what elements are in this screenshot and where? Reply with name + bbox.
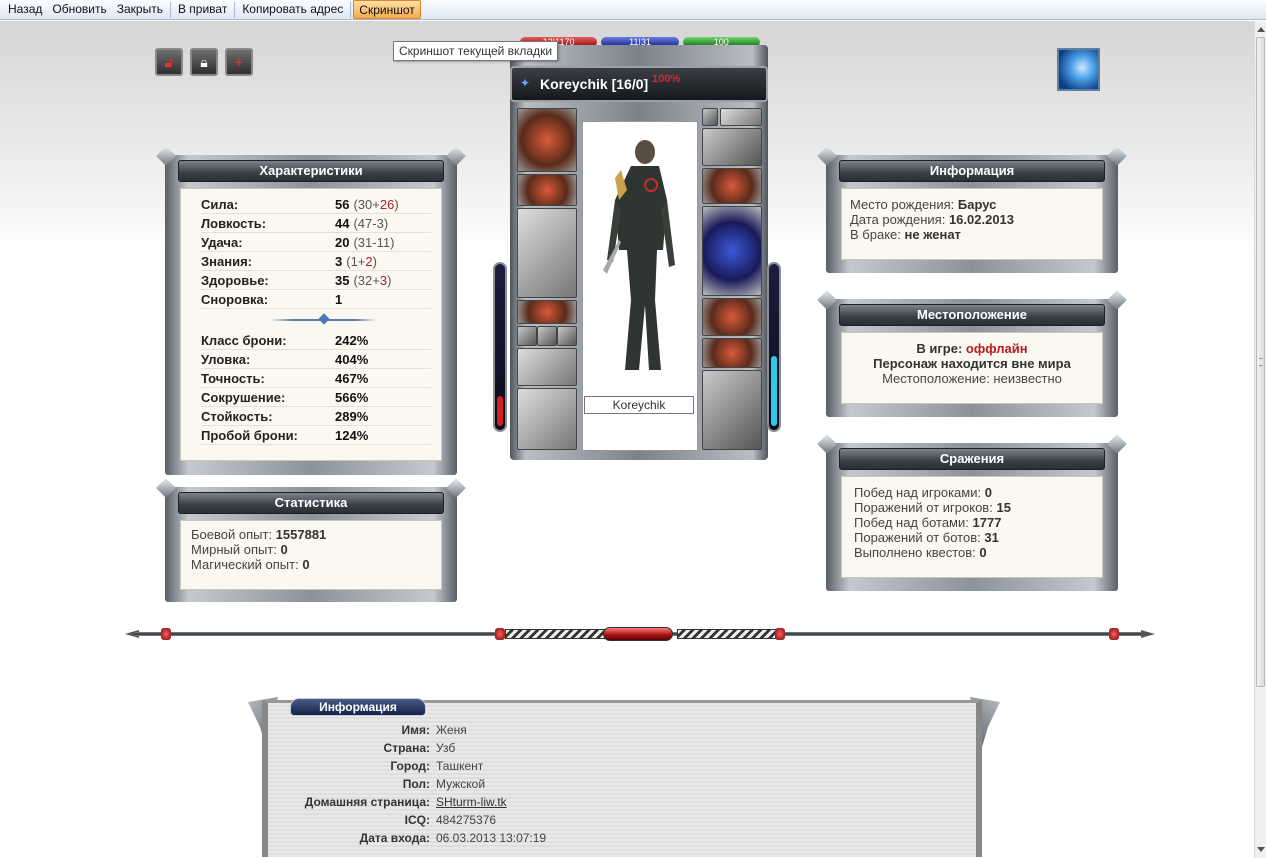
lock-icon[interactable]: 🔒︎ [190, 48, 218, 76]
combat-row: Сокрушение: 566% [201, 388, 431, 407]
personal-row: ICQ: 484275376 [404, 813, 497, 827]
refresh-button[interactable]: Обновить [47, 0, 111, 19]
vertical-scrollbar[interactable] [1254, 21, 1266, 858]
armor-slot[interactable] [702, 370, 762, 450]
emblem-slot[interactable] [720, 108, 762, 126]
battle-line: Поражений от игроков: 15 [854, 500, 1011, 515]
location-title: Местоположение [839, 304, 1105, 326]
toolbar-separator [169, 1, 171, 18]
private-button[interactable]: В приват [173, 0, 232, 19]
info-line: Место рождения: Барус [850, 197, 997, 212]
personal-row: Страна: Узб [383, 741, 456, 755]
clan-icon[interactable]: ✦ [520, 76, 534, 90]
personal-row: Имя: Женя [401, 723, 467, 737]
gloves-slot[interactable] [702, 128, 762, 166]
amulet-slot[interactable] [517, 174, 577, 206]
close-button[interactable]: Закрыть [112, 0, 168, 19]
stat-row: Удача: 20 (31-11) [201, 233, 431, 252]
stat-line: Мирный опыт: 0 [191, 542, 288, 557]
info-line: В браке: не женат [850, 227, 961, 242]
characteristics-body: Сила: 56 (30+26) Ловкость: 44 (47-3) Уда… [180, 188, 442, 461]
scroll-down-icon[interactable] [1257, 847, 1265, 852]
stat-row: Здоровье: 35 (32+3) [201, 271, 431, 290]
statistics-panel: Статистика Боевой опыт: 1557881 Мирный о… [165, 487, 457, 602]
character-name-plate: ✦ Koreychik [16/0] 100% [510, 66, 768, 102]
personal-row: Пол: Мужской [402, 777, 486, 791]
personal-row: Домашняя страница: SHturm-liw.tk [304, 795, 507, 809]
stat-line: Магический опыт: 0 [191, 557, 310, 572]
back-button[interactable]: Назад [3, 0, 47, 19]
ring-slot[interactable] [557, 326, 577, 346]
personal-row: Дата входа: 06.03.2013 13:07:19 [359, 831, 547, 845]
helmet-slot[interactable] [517, 108, 577, 172]
homepage-link[interactable]: SHturm-liw.tk [436, 795, 507, 809]
stat-row: Сила: 56 (30+26) [201, 195, 431, 214]
bracers-slot[interactable] [702, 168, 762, 204]
statistics-title: Статистика [178, 492, 444, 514]
screenshot-button[interactable]: Скриншот [353, 0, 421, 19]
combat-row: Стойкость: 289% [201, 407, 431, 426]
hp-side-bar [493, 262, 507, 432]
stat-line: Боевой опыт: 1557881 [191, 527, 327, 542]
battles-panel: Сражения Побед над игроками: 0 Поражений… [826, 443, 1118, 591]
statistics-body: Боевой опыт: 1557881 Мирный опыт: 0 Маги… [180, 520, 442, 590]
toolbar-separator [234, 1, 236, 18]
toolbar-separator [350, 1, 352, 18]
battles-body: Побед над игроками: 0 Поражений от игрок… [841, 476, 1103, 578]
boots-slot[interactable] [517, 388, 577, 450]
browser-toolbar: Назад Обновить Закрыть В приват Копирова… [0, 0, 1266, 20]
small-slot[interactable] [702, 108, 718, 126]
copy-address-button[interactable]: Копировать адрес [237, 0, 348, 19]
personal-info-panel: Имя: Женя Страна: Узб Город: Ташкент Пол: Му… [262, 700, 982, 857]
battle-line: Выполнено квестов: 0 [854, 545, 987, 560]
combat-row: Пробой брони: 124% [201, 426, 431, 445]
location-body: В игре: оффлайн Персонаж находится вне м… [841, 332, 1103, 404]
character-label: Koreychik [584, 396, 694, 414]
stat-row: Знания: 3 (1+2) [201, 252, 431, 271]
belt-slot[interactable] [517, 300, 577, 324]
character-percent: 100% [652, 73, 681, 85]
combat-row: Точность: 467% [201, 369, 431, 388]
mana-side-bar [767, 262, 781, 432]
battle-line: Побед над игроками: 0 [854, 485, 992, 500]
battles-title: Сражения [839, 448, 1105, 470]
combat-row: Класс брони: 242% [201, 331, 431, 350]
information-body: Место рождения: Барус Дата рождения: 16.… [841, 188, 1103, 260]
world-status: Персонаж находится вне мира [873, 356, 1071, 371]
location-status: Местоположение: неизвестно [882, 371, 1062, 386]
characteristics-panel: Характеристики Сила: 56 (30+26) Ловкость… [165, 155, 457, 475]
scroll-thumb[interactable] [1256, 37, 1265, 687]
screenshot-tooltip: Скриншот текущей вкладки [393, 41, 559, 61]
information-title: Информация [839, 160, 1105, 182]
battle-line: Побед над ботами: 1777 [854, 515, 1002, 530]
gauntlets-slot[interactable] [702, 298, 762, 336]
weapon-slot[interactable] [517, 208, 577, 298]
shield-slot[interactable] [702, 206, 762, 296]
info-line: Дата рождения: 16.02.2013 [850, 212, 1015, 227]
ring-slot[interactable] [537, 326, 557, 346]
legs-slot[interactable] [517, 348, 577, 386]
gem-divider [271, 315, 376, 325]
characteristics-title: Характеристики [178, 160, 444, 182]
combat-row: Уловка: 404% [201, 350, 431, 369]
online-status: В игре: оффлайн [916, 341, 1028, 356]
ring-slot[interactable] [517, 326, 537, 346]
add-icon[interactable]: + [225, 48, 253, 76]
stat-row: Сноровка: 1 [201, 290, 431, 309]
location-panel: Местоположение В игре: оффлайн Персонаж … [826, 299, 1118, 417]
character-name: Koreychik [16/0] [540, 76, 649, 92]
personal-row: Город: Ташкент [390, 759, 484, 773]
unlock-icon[interactable]: 🔓︎ [155, 48, 183, 76]
stat-row: Ловкость: 44 (47-3) [201, 214, 431, 233]
rings-slot[interactable] [702, 338, 762, 368]
battle-line: Поражений от ботов: 31 [854, 530, 999, 545]
personal-info-tab[interactable]: Информация [290, 698, 426, 716]
spear-divider [125, 625, 1155, 643]
portrait-icon[interactable] [1057, 48, 1100, 91]
scroll-up-icon[interactable] [1257, 27, 1265, 32]
character-figure [603, 140, 675, 370]
information-panel: Информация Место рождения: Барус Дата ро… [826, 155, 1118, 273]
